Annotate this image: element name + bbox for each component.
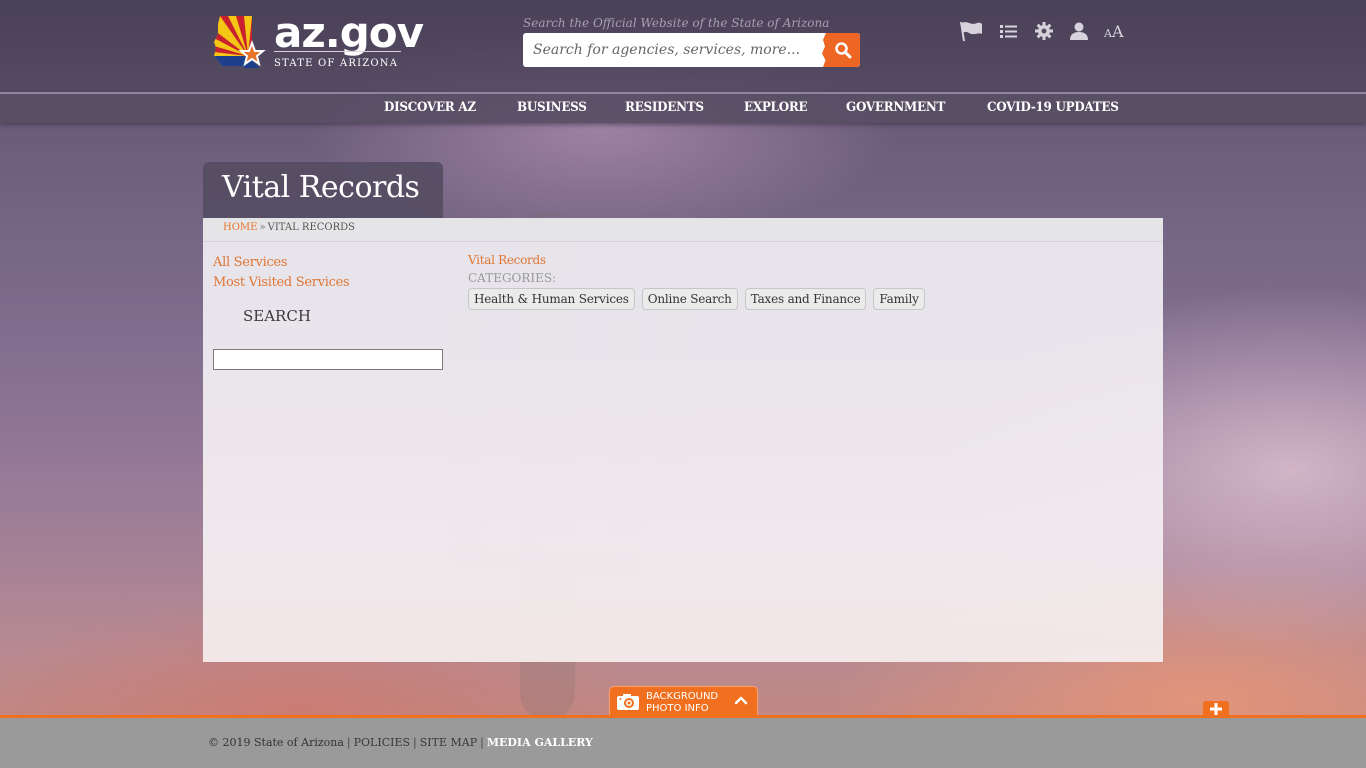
gear-icon (1035, 22, 1053, 40)
font-size-large-icon: A (1111, 21, 1124, 41)
category-tag-family[interactable]: Family (873, 288, 925, 310)
az-gov-logo[interactable]: az.gov STATE OF ARIZONA (214, 8, 424, 72)
logo-wordmark: az.gov (274, 8, 424, 57)
font-size-small-icon: A (1104, 26, 1112, 40)
site-search-input[interactable] (523, 33, 828, 67)
nav-item-discover-az[interactable]: DISCOVER AZ (384, 100, 476, 115)
breadcrumb: HOME» VITAL RECORDS (223, 222, 355, 233)
plus-icon (1210, 703, 1222, 715)
category-tags: Health & Human Services Online Search Ta… (468, 288, 932, 310)
category-tag-taxes-and-finance[interactable]: Taxes and Finance (744, 288, 867, 310)
camera-icon (617, 694, 639, 710)
footer-link-media-gallery[interactable]: MEDIA GALLERY (487, 736, 593, 749)
footer-copyright: © 2019 State of Arizona (208, 736, 344, 749)
arizona-state-flag-icon (214, 16, 266, 68)
breadcrumb-current: VITAL RECORDS (267, 222, 356, 233)
main-nav: DISCOVER AZ BUSINESS RESIDENTS EXPLORE G… (0, 92, 1366, 123)
settings-button[interactable] (1034, 21, 1054, 41)
account-button[interactable] (1069, 21, 1089, 41)
breadcrumb-bar: HOME» VITAL RECORDS (203, 218, 1163, 242)
photo-info-line1: BACKGROUND (646, 691, 719, 702)
nav-item-explore[interactable]: EXPLORE (744, 100, 808, 115)
site-search-button[interactable] (826, 33, 860, 67)
nav-item-covid-19-updates[interactable]: COVID-19 UPDATES (987, 100, 1119, 115)
page-title-tab: Vital Records (203, 162, 443, 218)
flag-button[interactable] (958, 20, 984, 42)
site-footer: © 2019 State of Arizona | POLICIES | SITE MA… (0, 715, 1366, 768)
photo-info-line2: PHOTO INFO (646, 703, 709, 714)
footer-separator: | (346, 736, 351, 749)
font-size-toggle[interactable]: AA (1104, 22, 1124, 41)
sidebar-link-all-services[interactable]: All Services (213, 255, 288, 270)
search-icon (835, 42, 852, 59)
utility-toolbar: AA (958, 18, 1124, 44)
nav-item-government[interactable]: GOVERNMENT (846, 100, 945, 115)
footer-link-site-map[interactable]: SITE MAP (420, 736, 477, 749)
sidebar-search-input[interactable] (213, 349, 443, 370)
flag-icon (960, 21, 982, 42)
logo-divider (274, 51, 401, 52)
page-title: Vital Records (222, 170, 420, 205)
footer-separator: | (480, 736, 484, 749)
list-icon (1000, 25, 1017, 38)
nav-item-business[interactable]: BUSINESS (517, 100, 587, 115)
logo-subtitle: STATE OF ARIZONA (274, 58, 399, 69)
footer-separator: | (413, 736, 417, 749)
footer-link-policies[interactable]: POLICIES (354, 736, 410, 749)
background-photo-info-button[interactable]: BACKGROUND PHOTO INFO (609, 686, 758, 717)
category-tag-health-human-services[interactable]: Health & Human Services (468, 288, 635, 310)
content-panel: HOME» VITAL RECORDS All Services Most Vis… (203, 218, 1163, 662)
service-link-vital-records[interactable]: Vital Records (468, 253, 546, 267)
category-tag-online-search[interactable]: Online Search (641, 288, 738, 310)
site-search (523, 33, 860, 67)
categories-label: CATEGORIES: (468, 271, 557, 285)
footer-links: © 2019 State of Arizona | POLICIES | SITE MA… (208, 736, 593, 749)
search-label: Search the Official Website of the State… (523, 16, 830, 30)
list-button[interactable] (999, 22, 1019, 40)
nav-item-residents[interactable]: RESIDENTS (625, 100, 704, 115)
sidebar-link-most-visited-services[interactable]: Most Visited Services (213, 275, 350, 290)
breadcrumb-home-link[interactable]: HOME (223, 222, 257, 233)
site-header: az.gov STATE OF ARIZONA Search the Offic… (0, 0, 1366, 92)
chevron-up-icon (734, 696, 748, 705)
sidebar-search-heading: SEARCH (243, 307, 311, 325)
breadcrumb-separator: » (259, 222, 266, 233)
user-icon (1070, 22, 1088, 40)
